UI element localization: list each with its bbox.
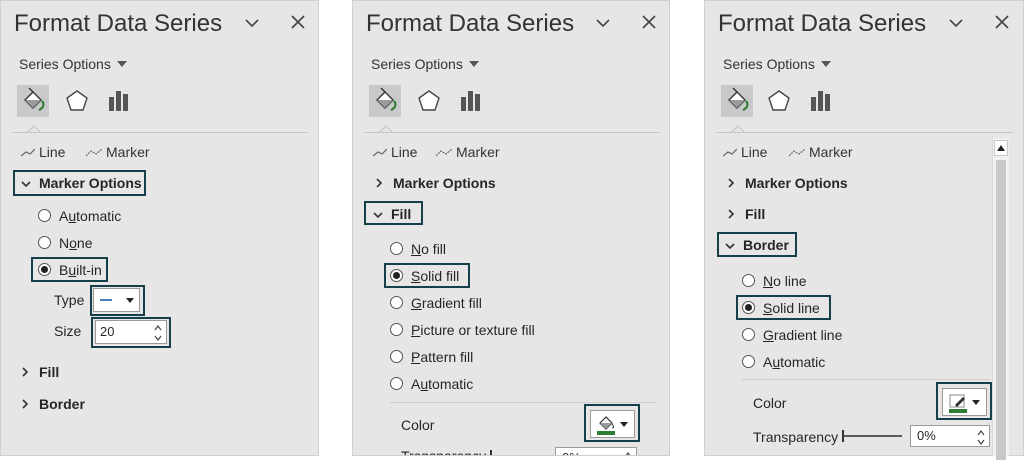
radio-picture-texture-fill[interactable]: Picture or texture fill (390, 322, 535, 338)
radio-button[interactable] (742, 328, 755, 341)
highlight-solid-line (736, 295, 831, 320)
divider (717, 132, 1013, 133)
radio-button[interactable] (38, 209, 51, 222)
highlight-built-in (31, 257, 108, 282)
color-label: Color (753, 395, 787, 411)
close-icon[interactable] (291, 15, 305, 29)
format-data-series-panel-border: Format Data Series Series Options Line M… (704, 0, 1024, 456)
pane-title: Format Data Series (14, 10, 223, 37)
series-options-dropdown[interactable]: Series Options (371, 56, 479, 72)
radio-none[interactable]: None (38, 235, 93, 251)
close-icon[interactable] (995, 15, 1009, 29)
tab-marker[interactable]: Marker (435, 144, 500, 160)
highlight-color (584, 404, 640, 442)
chevron-right-icon (21, 364, 33, 380)
chevron-down-icon[interactable] (949, 18, 963, 28)
transparency-label: Transparency (753, 429, 839, 445)
section-fill[interactable]: Fill (21, 364, 59, 380)
format-data-series-panel-fill: Format Data Series Series Options Line M… (352, 0, 670, 456)
fill-line-icon[interactable] (17, 85, 49, 117)
chevron-down-icon[interactable] (245, 18, 259, 28)
section-border[interactable]: Border (21, 396, 85, 412)
series-options-bars-icon[interactable] (103, 85, 135, 117)
dropdown-triangle-icon (468, 61, 479, 67)
radio-automatic[interactable]: Automatic (38, 208, 121, 224)
radio-button[interactable] (38, 236, 51, 249)
series-options-dropdown[interactable]: Series Options (723, 56, 831, 72)
series-options-bars-icon[interactable] (805, 85, 837, 117)
transparency-input[interactable]: 0% (910, 425, 990, 447)
section-marker-options[interactable]: Marker Options (727, 175, 848, 191)
series-options-bars-icon[interactable] (455, 85, 487, 117)
divider (742, 379, 990, 380)
section-marker-options[interactable]: Marker Options (375, 175, 496, 191)
chevron-right-icon (21, 396, 33, 412)
effects-pentagon-icon[interactable] (413, 85, 445, 117)
color-label: Color (401, 417, 435, 433)
divider (13, 132, 307, 133)
close-icon[interactable] (642, 15, 656, 29)
tab-line[interactable]: Line (722, 144, 767, 160)
radio-button[interactable] (390, 350, 403, 363)
radio-pattern-fill[interactable]: Pattern fill (390, 349, 473, 365)
transparency-input[interactable]: 0% (555, 447, 637, 456)
fill-line-icon[interactable] (721, 85, 753, 117)
divider (365, 132, 659, 133)
pane-title: Format Data Series (366, 10, 575, 37)
spin-up-icon[interactable] (624, 451, 632, 456)
triangle-up-icon (997, 145, 1005, 151)
size-label: Size (54, 323, 82, 339)
highlight-size (91, 317, 171, 348)
effects-pentagon-icon[interactable] (61, 85, 93, 117)
radio-gradient-line[interactable]: Gradient line (742, 327, 842, 343)
spin-up-icon[interactable] (977, 429, 985, 437)
radio-button[interactable] (742, 355, 755, 368)
pane-scrollbar[interactable] (992, 138, 1009, 460)
chevron-right-icon (375, 175, 387, 191)
scroll-up-button[interactable] (994, 140, 1008, 156)
type-label: Type (54, 292, 85, 308)
format-data-series-panel-marker: Format Data Series Series Options Line M… (0, 0, 319, 456)
radio-automatic[interactable]: Automatic (390, 376, 473, 392)
transparency-slider[interactable] (842, 430, 902, 442)
radio-button[interactable] (390, 296, 403, 309)
radio-gradient-fill[interactable]: Gradient fill (390, 295, 482, 311)
radio-button[interactable] (390, 377, 403, 390)
highlight-solid-fill (384, 263, 470, 288)
chevron-right-icon (727, 175, 739, 191)
tab-marker[interactable]: Marker (85, 144, 150, 160)
section-fill[interactable]: Fill (727, 206, 765, 222)
dropdown-triangle-icon (820, 61, 831, 67)
series-options-dropdown[interactable]: Series Options (19, 56, 127, 72)
tab-line[interactable]: Line (372, 144, 417, 160)
scroll-thumb[interactable] (996, 160, 1006, 460)
radio-no-fill[interactable]: No fill (390, 241, 446, 257)
radio-button[interactable] (390, 242, 403, 255)
highlight-type (90, 285, 145, 316)
divider (390, 402, 656, 403)
transparency-label: Transparency (401, 448, 487, 456)
fill-line-icon[interactable] (369, 85, 401, 117)
effects-pentagon-icon[interactable] (763, 85, 795, 117)
chevron-right-icon (727, 206, 739, 222)
highlight-fill (364, 201, 423, 225)
tab-line[interactable]: Line (20, 144, 65, 160)
radio-button[interactable] (742, 274, 755, 287)
highlight-border (717, 232, 797, 257)
radio-automatic[interactable]: Automatic (742, 354, 825, 370)
radio-no-line[interactable]: No line (742, 273, 807, 289)
tab-marker[interactable]: Marker (788, 144, 853, 160)
chevron-down-icon[interactable] (596, 18, 610, 28)
pane-title: Format Data Series (718, 10, 927, 37)
radio-button[interactable] (390, 323, 403, 336)
highlight-marker-options (13, 170, 146, 196)
highlight-color (936, 382, 992, 420)
dropdown-triangle-icon (116, 61, 127, 67)
spin-down-icon[interactable] (977, 438, 985, 446)
